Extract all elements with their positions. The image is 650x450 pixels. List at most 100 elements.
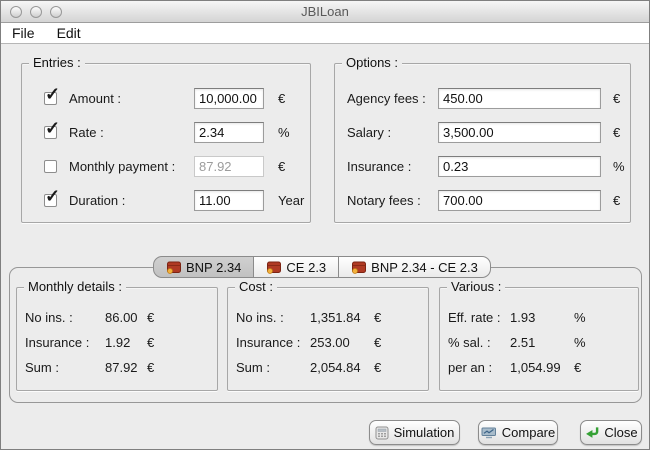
result-value: 2,054.84 — [310, 360, 361, 375]
result-row: Insurance : 253.00 € — [228, 333, 428, 353]
option-row-notary-fees: Notary fees : € — [335, 190, 630, 212]
tab-label: CE 2.3 — [286, 259, 327, 275]
result-value: 1,054.99 — [510, 360, 561, 375]
agency-fees-unit: € — [613, 91, 621, 106]
rate-unit: % — [278, 125, 290, 140]
result-value: 86.00 — [105, 310, 138, 325]
result-row: No ins. : 1,351.84 € — [228, 308, 428, 328]
amount-unit: € — [278, 91, 286, 106]
result-label: % sal. : — [448, 335, 491, 350]
result-label: No ins. : — [236, 310, 284, 325]
tab-label: BNP 2.34 — [186, 259, 242, 275]
result-value: 1.92 — [105, 335, 131, 350]
compare-button-label: Compare — [501, 425, 556, 440]
tab-label: BNP 2.34 - CE 2.3 — [371, 259, 478, 275]
result-row: per an : 1,054.99 € — [440, 358, 638, 378]
tab-bnp-vs-ce[interactable]: BNP 2.34 - CE 2.3 — [339, 256, 491, 278]
tab-ce[interactable]: CE 2.3 — [254, 256, 340, 278]
simulation-button-label: Simulation — [393, 425, 455, 440]
rate-checkbox[interactable] — [44, 118, 60, 139]
menubar: File Edit — [1, 23, 649, 44]
close-button[interactable]: Close — [580, 420, 642, 445]
monthly-payment-unit: € — [278, 159, 286, 174]
rate-label: Rate : — [69, 125, 104, 140]
result-label: Sum : — [236, 360, 270, 375]
result-label: Sum : — [25, 360, 59, 375]
salary-label: Salary : — [347, 125, 392, 140]
tab-bnp[interactable]: BNP 2.34 — [153, 256, 255, 278]
result-row: Sum : 87.92 € — [17, 358, 217, 378]
various-title: Various : — [447, 279, 506, 295]
entry-row-amount: Amount : € — [22, 84, 310, 110]
result-label: No ins. : — [25, 310, 73, 325]
result-label: Insurance : — [236, 335, 301, 350]
result-unit: % — [574, 335, 586, 350]
compare-button[interactable]: Compare — [478, 420, 558, 445]
result-unit: € — [374, 335, 382, 350]
agency-fees-input[interactable] — [438, 88, 601, 109]
result-row: Eff. rate : 1.93 % — [440, 308, 638, 328]
result-unit: € — [374, 310, 382, 325]
entry-row-duration: Duration : Year — [22, 186, 310, 212]
result-value: 2.51 — [510, 335, 536, 350]
result-row: Insurance : 1.92 € — [17, 333, 217, 353]
option-row-salary: Salary : € — [335, 122, 630, 144]
wallet-icon — [352, 261, 367, 274]
result-label: Insurance : — [25, 335, 90, 350]
result-unit: % — [574, 310, 586, 325]
monthly-payment-checkbox[interactable] — [44, 160, 57, 173]
duration-checkbox[interactable] — [44, 186, 60, 207]
amount-label: Amount : — [69, 91, 122, 106]
cost-groupbox: Cost : No ins. : 1,351.84 € Insurance : … — [227, 279, 429, 391]
amount-checkbox[interactable] — [44, 84, 60, 105]
option-row-insurance: Insurance : % — [335, 156, 630, 178]
insurance-input[interactable] — [438, 156, 601, 177]
result-value: 1.93 — [510, 310, 536, 325]
menu-edit[interactable]: Edit — [57, 25, 81, 41]
titlebar: JBILoan — [1, 1, 649, 23]
cost-title: Cost : — [235, 279, 277, 295]
compare-icon — [481, 427, 496, 438]
duration-input[interactable] — [194, 190, 264, 211]
notary-fees-input[interactable] — [438, 190, 601, 211]
monthly-payment-label: Monthly payment : — [69, 159, 176, 174]
salary-input[interactable] — [438, 122, 601, 143]
duration-unit: Year — [278, 193, 305, 208]
options-title: Options : — [342, 55, 403, 71]
result-unit: € — [147, 310, 155, 325]
result-value: 87.92 — [105, 360, 138, 375]
amount-input[interactable] — [194, 88, 264, 109]
entry-row-rate: Rate : % — [22, 118, 310, 144]
rate-input[interactable] — [194, 122, 264, 143]
insurance-unit: % — [613, 159, 625, 174]
return-arrow-icon — [586, 427, 599, 438]
result-value: 1,351.84 — [310, 310, 361, 325]
entries-groupbox: Entries : Amount : € Rate : % Monthly pa… — [21, 55, 311, 223]
result-unit: € — [147, 335, 155, 350]
notary-fees-label: Notary fees : — [347, 193, 421, 208]
monthly-details-groupbox: Monthly details : No ins. : 86.00 € Insu… — [16, 279, 218, 391]
window-title: JBILoan — [301, 4, 349, 19]
result-row: Sum : 2,054.84 € — [228, 358, 428, 378]
monthly-payment-input — [194, 156, 264, 177]
close-button-label: Close — [604, 425, 638, 440]
menu-file[interactable]: File — [12, 25, 35, 41]
results-panel: Monthly details : No ins. : 86.00 € Insu… — [9, 267, 642, 403]
bank-tabbar: BNP 2.34 CE 2.3 BNP 2.34 - CE 2.3 — [153, 256, 491, 278]
entry-row-monthly-payment: Monthly payment : € — [22, 156, 310, 178]
option-row-agency-fees: Agency fees : € — [335, 88, 630, 110]
app-window: JBILoan File Edit Entries : Amount : € R… — [0, 0, 650, 450]
result-label: Eff. rate : — [448, 310, 501, 325]
options-groupbox: Options : Agency fees : € Salary : € Ins… — [334, 55, 631, 223]
result-unit: € — [147, 360, 155, 375]
simulation-button[interactable]: Simulation — [369, 420, 460, 445]
result-unit: € — [374, 360, 382, 375]
wallet-icon — [167, 261, 181, 274]
result-unit: € — [574, 360, 582, 375]
result-label: per an : — [448, 360, 493, 375]
agency-fees-label: Agency fees : — [347, 91, 426, 106]
result-row: No ins. : 86.00 € — [17, 308, 217, 328]
calculator-icon — [375, 426, 389, 439]
insurance-label: Insurance : — [347, 159, 412, 174]
monthly-details-title: Monthly details : — [24, 279, 126, 295]
